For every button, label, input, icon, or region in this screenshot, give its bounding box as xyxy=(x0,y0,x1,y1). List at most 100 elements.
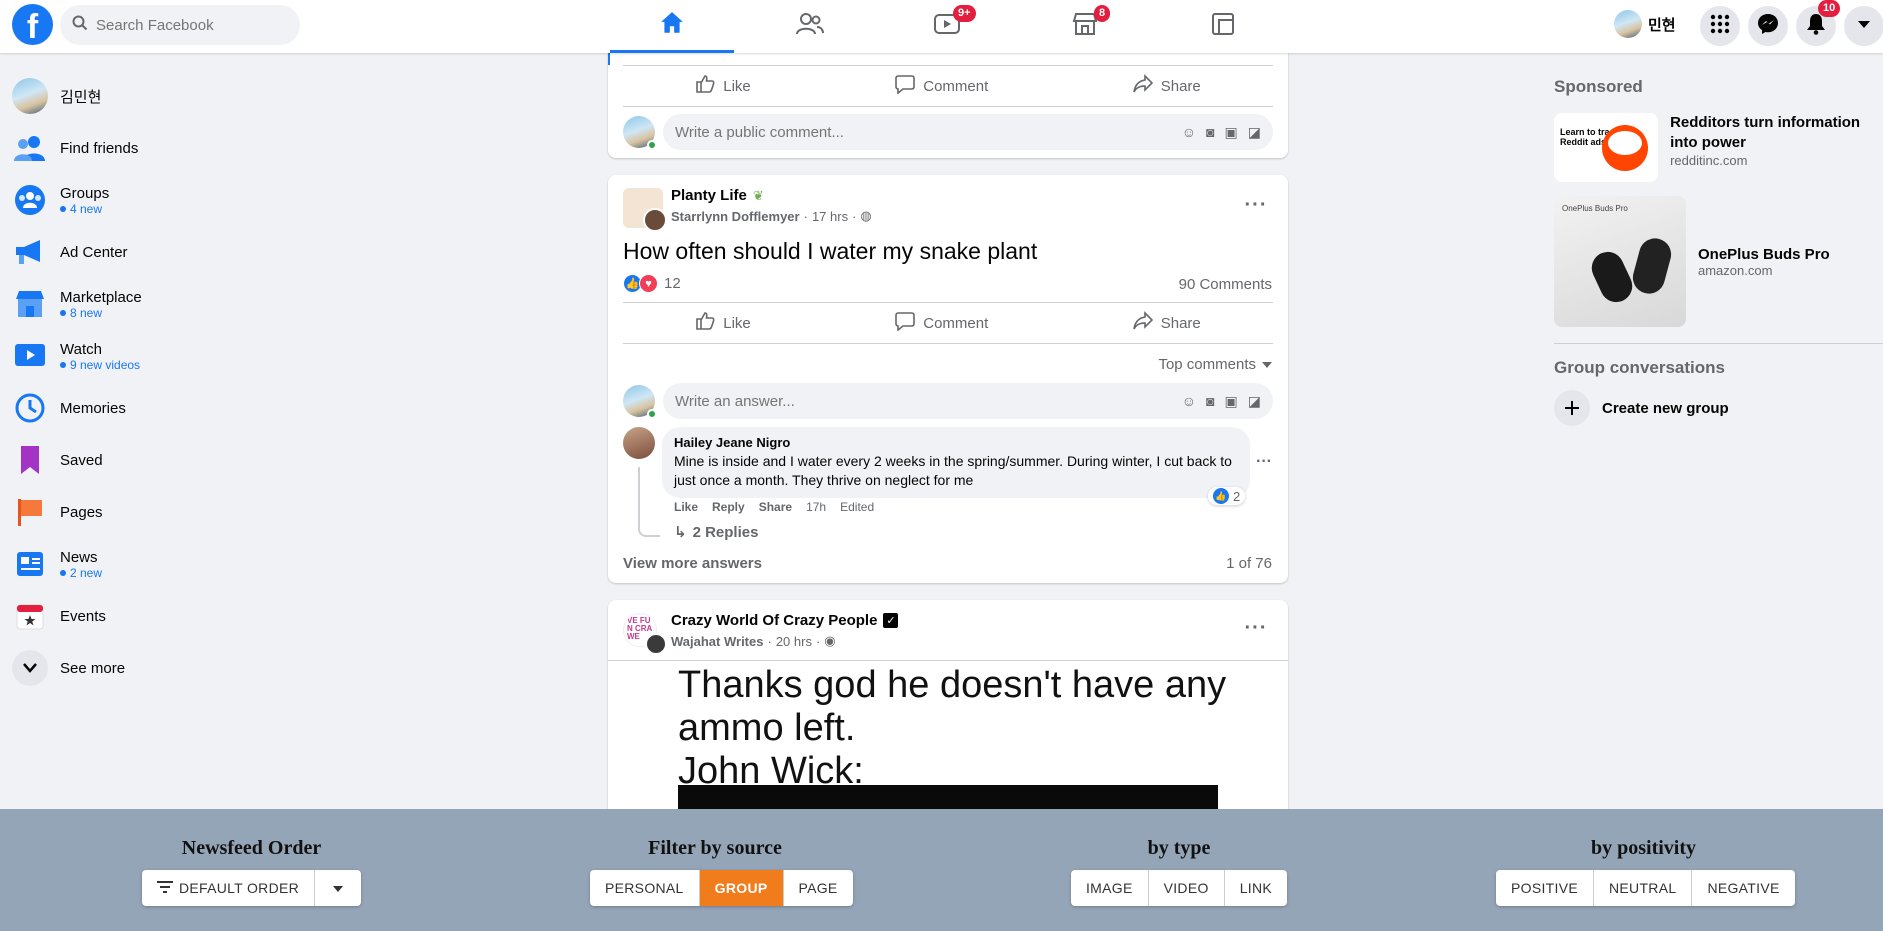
nav-watch-tab[interactable]: 9+ xyxy=(885,0,1009,53)
post-time[interactable]: 17 hrs xyxy=(812,209,848,224)
nav-home-tab[interactable] xyxy=(610,0,734,53)
filter-page-button[interactable]: PAGE xyxy=(784,870,853,906)
nav-marketplace-tab[interactable]: 8 xyxy=(1023,0,1147,53)
comment-input[interactable] xyxy=(675,123,1075,141)
view-more-answers-link[interactable]: View more answers xyxy=(623,555,762,572)
post-time[interactable]: 20 hrs xyxy=(776,634,812,649)
sidebar-item-profile[interactable]: 김민현 xyxy=(8,70,338,122)
earbud-left-icon xyxy=(1586,246,1638,308)
sidebar-item-ad-center[interactable]: Ad Center xyxy=(8,226,338,278)
sidebar-item-find-friends[interactable]: Find friends xyxy=(8,122,338,174)
sidebar-item-news[interactable]: News 2 new xyxy=(8,538,338,590)
positivity-filter-group: by positivity POSITIVE NEUTRAL NEGATIVE xyxy=(1496,837,1795,906)
comment-field[interactable]: ☺ ◙ ▣ ◪ xyxy=(663,114,1273,150)
filter-personal-button[interactable]: PERSONAL xyxy=(590,870,700,906)
sidebar-item-watch[interactable]: Watch 9 new videos xyxy=(8,330,338,382)
post-author[interactable]: Wajahat Writes xyxy=(671,634,763,649)
comment-edited[interactable]: Edited xyxy=(840,500,874,514)
comment-share-link[interactable]: Share xyxy=(759,500,792,514)
post-options-button[interactable]: ··· xyxy=(1238,187,1274,223)
answer-field[interactable]: ☺ ◙ ▣ ◪ xyxy=(663,383,1273,419)
create-group-button[interactable]: Create new group xyxy=(1554,390,1883,426)
filter-video-button[interactable]: VIDEO xyxy=(1149,870,1225,906)
sticker-icon[interactable]: ◪ xyxy=(1248,124,1261,141)
post-author[interactable]: Starrlynn Dofflemyer xyxy=(671,209,800,224)
order-value: DEFAULT ORDER xyxy=(178,880,300,896)
group-name[interactable]: Planty Life xyxy=(671,187,747,204)
newsfeed-order-group: Newsfeed Order DEFAULT ORDER xyxy=(139,837,364,906)
filter-neutral-button[interactable]: NEUTRAL xyxy=(1594,870,1693,906)
comment-time[interactable]: 17h xyxy=(806,500,826,514)
comment-options-button[interactable]: ··· xyxy=(1256,453,1272,471)
ad-item[interactable]: OnePlus Buds Pro OnePlus Buds Pro amazon… xyxy=(1554,196,1883,327)
sidebar-item-saved[interactable]: Saved xyxy=(8,434,338,486)
gif-icon[interactable]: ▣ xyxy=(1225,124,1238,141)
messenger-button[interactable] xyxy=(1748,6,1788,46)
default-order-button[interactable]: DEFAULT ORDER xyxy=(142,870,316,906)
share-button[interactable]: Share xyxy=(1132,74,1201,98)
camera-icon[interactable]: ◙ xyxy=(1206,393,1214,410)
gif-icon[interactable]: ▣ xyxy=(1225,393,1238,410)
ad-item[interactable]: Learn to track Reddit ads Redditors turn… xyxy=(1554,113,1883,182)
filter-positive-button[interactable]: POSITIVE xyxy=(1496,870,1594,906)
meme-image-text[interactable]: Thanks god he doesn't have any ammo left… xyxy=(678,664,1226,793)
camera-icon[interactable]: ◙ xyxy=(1206,124,1214,141)
post-card: VE FUN CRA WE Crazy World Of Crazy Peopl… xyxy=(608,600,1288,840)
nav-friends-tab[interactable] xyxy=(748,0,872,53)
comment-reply-link[interactable]: Reply xyxy=(712,500,745,514)
filter-group-button[interactable]: GROUP xyxy=(699,870,784,906)
comment-button[interactable]: Comment xyxy=(895,74,988,98)
bookmark-icon xyxy=(12,442,48,478)
comment-reactions[interactable]: 👍 2 xyxy=(1208,487,1246,505)
sidebar-item-pages[interactable]: Pages xyxy=(8,486,338,538)
sidebar-see-more[interactable]: See more xyxy=(8,642,338,694)
left-sidebar: 김민현 Find friends Groups 4 new Ad Center … xyxy=(8,70,338,694)
like-button[interactable]: Like xyxy=(695,311,751,335)
filter-negative-button[interactable]: NEGATIVE xyxy=(1692,870,1794,906)
watch-icon xyxy=(12,338,48,374)
comment-author[interactable]: Hailey Jeane Nigro xyxy=(674,435,1238,450)
group-avatar[interactable] xyxy=(623,188,667,232)
sidebar-item-marketplace[interactable]: Marketplace 8 new xyxy=(8,278,338,330)
friends-icon xyxy=(12,130,48,166)
like-button[interactable]: Like xyxy=(695,74,751,98)
sidebar-item-events[interactable]: Events xyxy=(8,590,338,642)
profile-shortcut[interactable]: 민현 xyxy=(1614,10,1676,38)
filter-image-button[interactable]: IMAGE xyxy=(1071,870,1149,906)
separator: · xyxy=(803,208,808,224)
emoji-icon[interactable]: ☺ xyxy=(1182,124,1196,141)
comments-count[interactable]: 90 Comments xyxy=(1179,276,1272,293)
account-button[interactable] xyxy=(1844,6,1883,46)
reaction-icons[interactable]: 👍 ♥ xyxy=(623,274,658,293)
positivity-filter-buttons: POSITIVE NEUTRAL NEGATIVE xyxy=(1496,870,1795,906)
reactions-count[interactable]: 12 xyxy=(664,275,681,292)
nav-gaming-tab[interactable] xyxy=(1161,0,1285,53)
sidebar-item-groups[interactable]: Groups 4 new xyxy=(8,174,338,226)
sidebar-item-memories[interactable]: Memories xyxy=(8,382,338,434)
avatar[interactable] xyxy=(623,427,655,459)
comment-button[interactable]: Comment xyxy=(895,311,988,335)
comment-sort-dropdown[interactable]: Top comments xyxy=(1158,356,1272,373)
order-select: DEFAULT ORDER xyxy=(141,870,362,906)
search-bar[interactable] xyxy=(60,5,300,45)
comment-like-link[interactable]: Like xyxy=(674,500,698,514)
share-button[interactable]: Share xyxy=(1132,311,1201,335)
share-icon xyxy=(1132,311,1153,335)
leaf-icon: ❦ xyxy=(752,187,764,203)
sticker-icon[interactable]: ◪ xyxy=(1248,393,1261,410)
search-input[interactable] xyxy=(96,16,276,34)
comment-bubble: Hailey Jeane Nigro Mine is inside and I … xyxy=(662,427,1250,498)
post-options-button[interactable]: ··· xyxy=(1238,610,1274,646)
comment-reactions-count: 2 xyxy=(1233,488,1241,504)
sidebar-item-label: Groups xyxy=(60,184,110,202)
facebook-logo[interactable]: f xyxy=(12,4,53,45)
menu-button[interactable] xyxy=(1700,6,1740,46)
view-replies-link[interactable]: ↳ 2 Replies xyxy=(674,523,758,542)
emoji-icon[interactable]: ☺ xyxy=(1182,393,1196,410)
page-name[interactable]: Crazy World Of Crazy People xyxy=(671,612,877,629)
page-avatar[interactable]: VE FUN CRA WE xyxy=(623,613,667,655)
order-dropdown-button[interactable] xyxy=(315,870,361,906)
notifications-button[interactable]: 10 xyxy=(1796,0,1841,46)
answer-input[interactable] xyxy=(675,392,1075,410)
filter-link-button[interactable]: LINK xyxy=(1225,870,1287,906)
